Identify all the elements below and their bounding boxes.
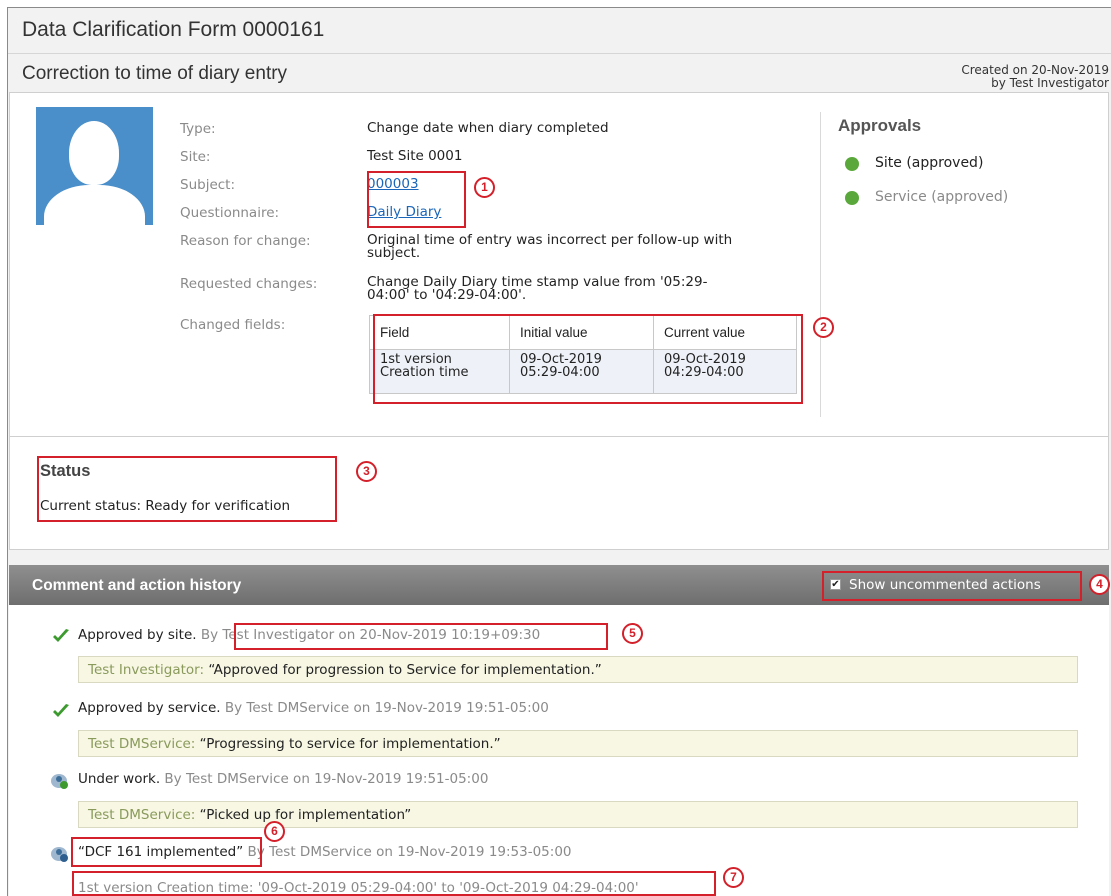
comment-author: Test Investigator: — [88, 662, 205, 678]
cell-field: 1st version Creation time — [369, 349, 510, 394]
green-check-icon — [53, 629, 69, 642]
cell-text: Creation time — [380, 365, 469, 380]
column-header-initial: Initial value — [509, 315, 654, 350]
form-title: Data Clarification Form 0000161 — [22, 18, 325, 41]
reason-value: Original time of entry was incorrect per… — [367, 232, 733, 261]
title-divider — [8, 53, 1111, 54]
checkbox-checked-icon[interactable]: ✔ — [830, 579, 841, 590]
questionnaire-value: Daily Diary — [367, 204, 441, 220]
subject-value: 000003 — [367, 176, 419, 192]
subject-link[interactable]: 000003 — [367, 176, 419, 192]
annotation-marker: 4 — [1089, 574, 1110, 595]
site-value: Test Site 0001 — [367, 148, 463, 164]
comment-text: “Picked up for implementation” — [195, 807, 412, 823]
table-header-row: Field Initial value Current value — [369, 315, 797, 350]
table-row: 1st version Creation time 09-Oct-2019 05… — [369, 349, 797, 394]
approvals-title: Approvals — [838, 116, 922, 135]
comment-text: “Approved for progression to Service for… — [204, 662, 602, 678]
green-status-dot-icon — [845, 191, 859, 205]
green-status-dot-icon — [845, 157, 859, 171]
changed-fields-table: Field Initial value Current value 1st ve… — [369, 315, 797, 394]
history-entry: “DCF 161 implemented” By Test DMService … — [78, 844, 572, 860]
show-uncommented-label: Show uncommented actions — [849, 577, 1041, 593]
reason-line: Original time of entry was incorrect per… — [367, 232, 733, 248]
comment-box: Test DMService: “Progressing to service … — [78, 730, 1078, 757]
comment-text: “Progressing to service for implementati… — [195, 736, 501, 752]
column-header-field: Field — [369, 315, 510, 350]
history-entry: Approved by site. By Test Investigator o… — [78, 627, 540, 643]
type-value: Change date when diary completed — [367, 120, 609, 136]
cell-initial: 09-Oct-2019 05:29-04:00 — [509, 349, 654, 394]
annotation-marker: 7 — [723, 867, 744, 888]
action-byline: By Test DMService on 19-Nov-2019 19:51-0… — [160, 771, 489, 787]
avatar-head — [69, 121, 119, 185]
subject-label: Subject: — [180, 177, 236, 193]
action-text: “DCF 161 implemented” — [78, 844, 244, 860]
approval-label: Service (approved) — [875, 189, 1009, 205]
comment-author: Test DMService: — [88, 807, 196, 823]
action-text: Approved by service. — [78, 700, 221, 716]
site-label: Site: — [180, 149, 211, 165]
cell-current: 09-Oct-2019 04:29-04:00 — [653, 349, 797, 394]
requested-changes-label: Requested changes: — [180, 276, 318, 292]
history-entry: Approved by service. By Test DMService o… — [78, 700, 549, 716]
green-check-icon — [53, 704, 69, 717]
user-info-icon — [51, 847, 68, 862]
history-entry: Under work. By Test DMService on 19-Nov-… — [78, 771, 488, 787]
annotation-marker: 5 — [622, 623, 643, 644]
approval-label: Site (approved) — [875, 155, 984, 171]
form-subtitle: Correction to time of diary entry — [22, 63, 288, 84]
requested-line: 04:00' to '04:29-04:00'. — [367, 287, 527, 303]
status-panel — [9, 437, 1109, 550]
history-title: Comment and action history — [32, 577, 242, 594]
reason-line: subject. — [367, 245, 421, 261]
avatar-body — [44, 185, 145, 225]
comment-box: Test DMService: “Picked up for implement… — [78, 801, 1078, 828]
change-detail: 1st version Creation time: '09-Oct-2019 … — [78, 880, 639, 896]
type-label: Type: — [180, 121, 216, 137]
questionnaire-link[interactable]: Daily Diary — [367, 204, 441, 220]
subject-avatar — [36, 107, 153, 225]
questionnaire-label: Questionnaire: — [180, 205, 280, 221]
approvals-divider — [820, 112, 821, 417]
current-status: Current status: Ready for verification — [40, 498, 291, 514]
created-by: by Test Investigator — [991, 76, 1109, 90]
changed-fields-label: Changed fields: — [180, 317, 286, 333]
status-title: Status — [40, 462, 91, 480]
comment-box: Test Investigator: “Approved for progres… — [78, 656, 1078, 683]
action-byline: By Test DMService on 19-Nov-2019 19:53-0… — [243, 844, 572, 860]
action-text: Approved by site. — [78, 627, 197, 643]
action-byline: By Test DMService on 19-Nov-2019 19:51-0… — [220, 700, 549, 716]
annotation-marker: 1 — [474, 177, 495, 198]
annotation-marker: 3 — [356, 461, 377, 482]
user-working-icon — [51, 774, 68, 789]
column-header-current: Current value — [653, 315, 797, 350]
created-info: Created on 20-Nov-2019 by Test Investiga… — [961, 64, 1109, 90]
requested-changes-value: Change Daily Diary time stamp value from… — [367, 275, 707, 303]
reason-label: Reason for change: — [180, 233, 311, 249]
annotation-marker: 2 — [813, 317, 834, 338]
comment-author: Test DMService: — [88, 736, 196, 752]
action-byline: By Test Investigator on 20-Nov-2019 10:1… — [196, 627, 541, 643]
action-text: Under work. — [78, 771, 161, 787]
cell-text: 04:29-04:00 — [664, 365, 744, 380]
cell-text: 05:29-04:00 — [520, 365, 600, 380]
annotation-marker: 6 — [264, 821, 285, 842]
